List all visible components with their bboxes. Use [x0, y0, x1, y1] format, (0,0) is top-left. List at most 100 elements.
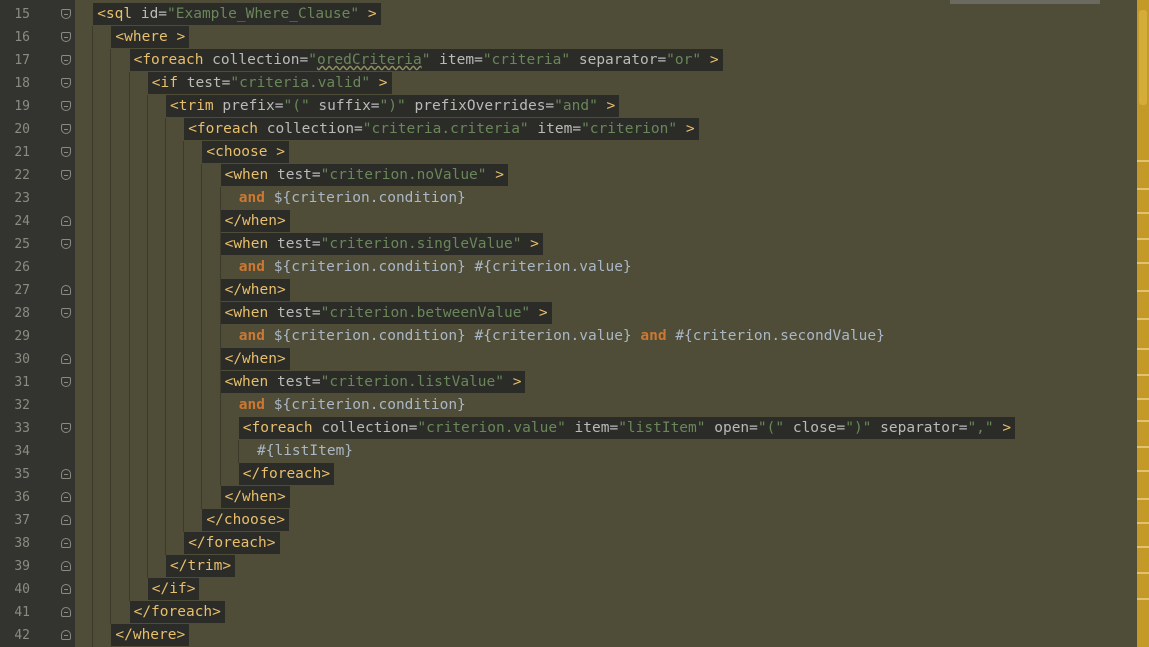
- keyword-token: and: [238, 328, 265, 344]
- code-line[interactable]: and ${criterion.condition}: [239, 187, 466, 210]
- code-line[interactable]: <sql id="Example_Where_Clause" >: [93, 3, 381, 26]
- tag-token: <when: [224, 305, 269, 321]
- code-line[interactable]: </when>: [220, 348, 290, 371]
- scrollbar-marker[interactable]: [1137, 446, 1149, 448]
- fold-expand-icon[interactable]: [61, 308, 71, 318]
- code-line[interactable]: <when test="criterion.betweenValue" >: [220, 302, 552, 325]
- code-line[interactable]: <when test="criterion.noValue" >: [220, 164, 508, 187]
- scrollbar-marker[interactable]: [1137, 420, 1149, 422]
- line-number: 42: [14, 628, 30, 643]
- scrollbar-thumb[interactable]: [1139, 10, 1147, 105]
- fold-expand-icon[interactable]: [61, 239, 71, 249]
- string-token: ",": [967, 420, 994, 436]
- scrollbar-marker[interactable]: [1137, 188, 1149, 190]
- tag-token: >: [993, 420, 1012, 436]
- attribute-token: open=: [705, 420, 758, 436]
- scrollbar-marker[interactable]: [1137, 348, 1149, 350]
- fold-expand-icon[interactable]: [61, 423, 71, 433]
- tag-token: </foreach>: [242, 466, 331, 482]
- code-line[interactable]: #{listItem}: [257, 440, 353, 463]
- code-line[interactable]: <choose >: [202, 141, 289, 164]
- scrollbar-marker[interactable]: [1137, 522, 1149, 524]
- line-number: 19: [14, 99, 30, 114]
- code-line[interactable]: <if test="criteria.valid" >: [147, 72, 392, 95]
- tag-token: >: [486, 167, 504, 183]
- code-line[interactable]: </foreach>: [129, 601, 225, 624]
- fold-expand-icon[interactable]: [61, 32, 71, 42]
- xml-tag: </when>: [220, 486, 290, 508]
- fold-expand-icon[interactable]: [61, 101, 71, 111]
- fold-collapse-icon[interactable]: [61, 216, 71, 226]
- code-line[interactable]: </choose>: [202, 509, 289, 532]
- xml-tag: </if>: [147, 578, 200, 600]
- attribute-token: collection=: [312, 420, 418, 436]
- fold-collapse-icon[interactable]: [61, 607, 71, 617]
- tag-token: </trim>: [170, 558, 232, 574]
- fold-expand-icon[interactable]: [61, 78, 71, 88]
- fold-collapse-icon[interactable]: [61, 492, 71, 502]
- fold-collapse-icon[interactable]: [61, 285, 71, 295]
- code-line[interactable]: </when>: [220, 486, 290, 509]
- indent-guide: [146, 95, 148, 578]
- code-line[interactable]: <when test="criterion.listValue" >: [220, 371, 526, 394]
- code-line[interactable]: <where >: [111, 26, 190, 49]
- string-token: "or": [666, 52, 702, 68]
- code-line[interactable]: <foreach collection="criteria.criteria" …: [184, 118, 699, 141]
- scrollbar-marker[interactable]: [1137, 572, 1149, 574]
- code-line[interactable]: </if>: [147, 578, 200, 601]
- scrollbar-marker[interactable]: [1137, 318, 1149, 320]
- code-line[interactable]: <foreach collection="criterion.value" it…: [238, 417, 1016, 440]
- code-line[interactable]: </foreach>: [184, 532, 280, 555]
- fold-expand-icon[interactable]: [61, 124, 71, 134]
- code-line[interactable]: </where>: [111, 624, 190, 647]
- attribute-token: test=: [268, 305, 321, 321]
- fold-collapse-icon[interactable]: [61, 354, 71, 364]
- code-line[interactable]: <trim prefix="(" suffix=")" prefixOverri…: [166, 95, 620, 118]
- scrollbar-marker[interactable]: [1137, 160, 1149, 162]
- fold-collapse-icon[interactable]: [61, 561, 71, 571]
- line-number: 16: [14, 30, 30, 45]
- code-editor[interactable]: <sql id="Example_Where_Clause" > <where >…: [75, 0, 1137, 647]
- scrollbar-marker[interactable]: [1137, 238, 1149, 240]
- scrollbar-marker[interactable]: [1137, 598, 1149, 600]
- fold-collapse-icon[interactable]: [61, 630, 71, 640]
- scrollbar-marker[interactable]: [1137, 374, 1149, 376]
- scrollbar-marker[interactable]: [1137, 498, 1149, 500]
- code-line[interactable]: <foreach collection="oredCriteria" item=…: [129, 49, 723, 72]
- tag-token: >: [359, 6, 377, 22]
- vertical-scrollbar[interactable]: [1137, 0, 1149, 647]
- fold-collapse-icon[interactable]: [61, 538, 71, 548]
- attribute-token: id=: [132, 6, 168, 22]
- xml-tag: <if test="criteria.valid" >: [147, 72, 392, 94]
- code-line[interactable]: </when>: [220, 279, 290, 302]
- scrollbar-marker[interactable]: [1137, 262, 1149, 264]
- fold-expand-icon[interactable]: [61, 147, 71, 157]
- string-token: ": [308, 52, 317, 68]
- code-line[interactable]: </trim>: [166, 555, 236, 578]
- scrollbar-marker[interactable]: [1137, 470, 1149, 472]
- fold-collapse-icon[interactable]: [61, 584, 71, 594]
- tag-token: >: [597, 98, 616, 114]
- fold-collapse-icon[interactable]: [61, 469, 71, 479]
- fold-collapse-icon[interactable]: [61, 515, 71, 525]
- code-line[interactable]: </foreach>: [238, 463, 335, 486]
- tag-token: <foreach: [188, 121, 259, 137]
- string-token: "criterion": [581, 121, 678, 137]
- scrollbar-marker[interactable]: [1137, 398, 1149, 400]
- code-line[interactable]: and ${criterion.condition} #{criterion.v…: [239, 256, 632, 279]
- attribute-token: test=: [178, 75, 231, 91]
- code-line[interactable]: </when>: [220, 210, 290, 233]
- scrollbar-marker[interactable]: [1137, 546, 1149, 548]
- code-line[interactable]: <when test="criterion.singleValue" >: [220, 233, 543, 256]
- fold-expand-icon[interactable]: [61, 9, 71, 19]
- xml-tag: <when test="criterion.listValue" >: [220, 371, 526, 393]
- string-token: oredCriteria: [316, 52, 422, 68]
- xml-tag: <where >: [111, 26, 190, 48]
- fold-expand-icon[interactable]: [61, 55, 71, 65]
- scrollbar-marker[interactable]: [1137, 290, 1149, 292]
- code-line[interactable]: and ${criterion.condition} #{criterion.v…: [239, 325, 885, 348]
- scrollbar-marker[interactable]: [1137, 212, 1149, 214]
- fold-expand-icon[interactable]: [61, 377, 71, 387]
- code-line[interactable]: and ${criterion.condition}: [239, 394, 466, 417]
- fold-expand-icon[interactable]: [61, 170, 71, 180]
